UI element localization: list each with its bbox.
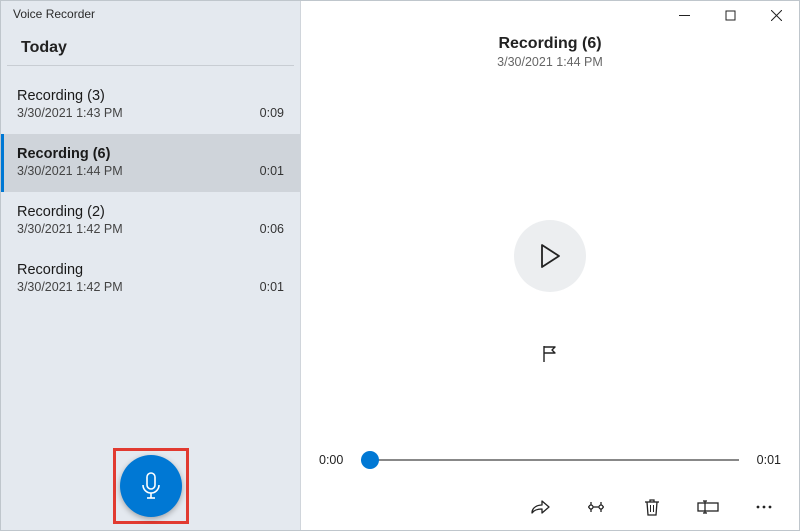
recording-duration: 0:09	[260, 106, 284, 120]
sidebar: Voice Recorder Today Recording (3) 3/30/…	[1, 1, 301, 530]
recording-item[interactable]: Recording (2) 3/30/2021 1:42 PM 0:06	[1, 192, 300, 250]
detail-date: 3/30/2021 1:44 PM	[301, 55, 799, 69]
play-button[interactable]	[514, 220, 586, 292]
microphone-icon	[139, 471, 163, 501]
close-button[interactable]	[753, 1, 799, 29]
close-icon	[771, 10, 782, 21]
recording-date: 3/30/2021 1:42 PM	[17, 280, 123, 294]
trim-button[interactable]	[583, 496, 609, 518]
rename-icon	[697, 500, 719, 514]
trash-icon	[644, 498, 660, 516]
recording-duration: 0:06	[260, 222, 284, 236]
recording-item[interactable]: Recording (6) 3/30/2021 1:44 PM 0:01	[1, 134, 300, 192]
record-button[interactable]	[120, 455, 182, 517]
recording-name: Recording (2)	[17, 204, 105, 220]
add-marker-button[interactable]	[540, 344, 560, 364]
recording-item[interactable]: Recording 3/30/2021 1:42 PM 0:01	[1, 250, 300, 308]
more-icon	[755, 504, 773, 510]
maximize-button[interactable]	[707, 1, 753, 29]
recording-duration: 0:01	[260, 280, 284, 294]
rename-button[interactable]	[695, 496, 721, 518]
minimize-icon	[679, 10, 690, 21]
play-area	[301, 69, 799, 444]
play-icon	[539, 243, 561, 269]
recording-name: Recording (3)	[17, 88, 105, 104]
window-controls	[661, 1, 799, 29]
share-icon	[530, 499, 550, 515]
time-position: 0:00	[319, 453, 351, 467]
app-title: Voice Recorder	[1, 1, 300, 35]
minimize-button[interactable]	[661, 1, 707, 29]
share-button[interactable]	[527, 496, 553, 518]
recording-date: 3/30/2021 1:42 PM	[17, 222, 123, 236]
recording-date: 3/30/2021 1:43 PM	[17, 106, 123, 120]
recording-date: 3/30/2021 1:44 PM	[17, 164, 123, 178]
detail-panel: Recording (6) 3/30/2021 1:44 PM 0:00	[301, 1, 799, 530]
timeline-thumb[interactable]	[361, 451, 379, 469]
detail-header: Recording (6) 3/30/2021 1:44 PM	[301, 35, 799, 69]
recording-duration: 0:01	[260, 164, 284, 178]
recording-name: Recording	[17, 262, 83, 278]
detail-title: Recording (6)	[301, 35, 799, 53]
time-duration: 0:01	[749, 453, 781, 467]
more-button[interactable]	[751, 496, 777, 518]
timeline-track[interactable]	[361, 450, 739, 470]
recording-item[interactable]: Recording (3) 3/30/2021 1:43 PM 0:09	[1, 76, 300, 134]
recording-name: Recording (6)	[17, 146, 110, 162]
record-button-highlight	[113, 448, 189, 524]
timeline: 0:00 0:01	[301, 450, 799, 470]
section-header-today: Today	[7, 35, 294, 66]
flag-icon	[540, 344, 560, 364]
timeline-line	[361, 459, 739, 461]
delete-button[interactable]	[639, 496, 665, 518]
maximize-icon	[725, 10, 736, 21]
trim-icon	[586, 499, 606, 515]
bottom-toolbar	[301, 486, 799, 530]
